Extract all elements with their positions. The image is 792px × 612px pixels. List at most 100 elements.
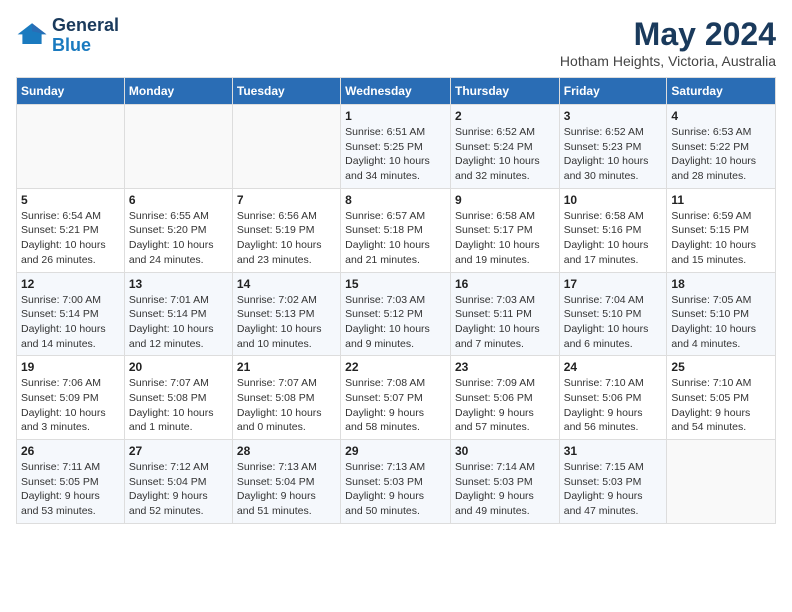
calendar-cell: 25 Sunrise: 7:10 AM Sunset: 5:05 PM Dayli… [667,356,776,440]
day-info: Sunrise: 7:07 AM Sunset: 5:08 PM Dayligh… [237,376,336,435]
calendar-cell: 7Sunrise: 6:56 AM Sunset: 5:19 PM Daylig… [232,188,340,272]
day-info: Sunrise: 7:13 AM Sunset: 5:03 PM Dayligh… [345,460,446,519]
logo-text: General Blue [52,16,119,56]
calendar-week-1: 1 Sunrise: 6:51 AM Sunset: 5:25 PM Daylig… [17,105,776,189]
day-number: 19 [21,360,120,374]
day-info: Sunrise: 6:58 AM Sunset: 5:16 PM Dayligh… [564,209,663,268]
page-header: General Blue May 2024 Hotham Heights, Vi… [16,16,776,69]
calendar-header-monday: Monday [124,78,232,105]
calendar-week-2: 5 Sunrise: 6:54 AM Sunset: 5:21 PM Daylig… [17,188,776,272]
day-info: Sunrise: 7:14 AM Sunset: 5:03 PM Dayligh… [455,460,555,519]
calendar-cell: 20 Sunrise: 7:07 AM Sunset: 5:08 PM Dayli… [124,356,232,440]
day-info: Sunrise: 6:55 AM Sunset: 5:20 PM Dayligh… [129,209,228,268]
day-number: 5 [21,193,120,207]
calendar-week-5: 26 Sunrise: 7:11 AM Sunset: 5:05 PM Dayli… [17,440,776,524]
day-number: 17 [564,277,663,291]
calendar-cell: 22Sunrise: 7:08 AM Sunset: 5:07 PM Dayli… [341,356,451,440]
calendar-cell [124,105,232,189]
day-number: 20 [129,360,228,374]
calendar-cell [17,105,125,189]
calendar-cell: 27Sunrise: 7:12 AM Sunset: 5:04 PM Dayli… [124,440,232,524]
calendar-cell: 2 Sunrise: 6:52 AM Sunset: 5:24 PM Daylig… [450,105,559,189]
calendar-header-tuesday: Tuesday [232,78,340,105]
day-number: 1 [345,109,446,123]
calendar-cell: 11Sunrise: 6:59 AM Sunset: 5:15 PM Dayli… [667,188,776,272]
day-info: Sunrise: 7:03 AM Sunset: 5:12 PM Dayligh… [345,293,446,352]
day-number: 12 [21,277,120,291]
day-number: 30 [455,444,555,458]
calendar-cell [667,440,776,524]
calendar-header-row: SundayMondayTuesdayWednesdayThursdayFrid… [17,78,776,105]
day-info: Sunrise: 7:01 AM Sunset: 5:14 PM Dayligh… [129,293,228,352]
calendar-cell [232,105,340,189]
calendar-cell: 24 Sunrise: 7:10 AM Sunset: 5:06 PM Dayli… [559,356,667,440]
day-info: Sunrise: 7:11 AM Sunset: 5:05 PM Dayligh… [21,460,120,519]
calendar-cell: 19 Sunrise: 7:06 AM Sunset: 5:09 PM Dayli… [17,356,125,440]
calendar-cell: 3 Sunrise: 6:52 AM Sunset: 5:23 PM Daylig… [559,105,667,189]
day-number: 3 [564,109,663,123]
calendar-cell: 14 Sunrise: 7:02 AM Sunset: 5:13 PM Dayli… [232,272,340,356]
day-info: Sunrise: 6:51 AM Sunset: 5:25 PM Dayligh… [345,125,446,184]
calendar-cell: 10 Sunrise: 6:58 AM Sunset: 5:16 PM Dayli… [559,188,667,272]
day-info: Sunrise: 6:59 AM Sunset: 5:15 PM Dayligh… [671,209,771,268]
day-number: 24 [564,360,663,374]
day-number: 15 [345,277,446,291]
calendar-cell: 28 Sunrise: 7:13 AM Sunset: 5:04 PM Dayli… [232,440,340,524]
day-number: 7 [237,193,336,207]
calendar-table: SundayMondayTuesdayWednesdayThursdayFrid… [16,77,776,524]
location: Hotham Heights, Victoria, Australia [560,53,776,69]
day-info: Sunrise: 6:52 AM Sunset: 5:24 PM Dayligh… [455,125,555,184]
day-info: Sunrise: 7:10 AM Sunset: 5:06 PM Dayligh… [564,376,663,435]
day-number: 10 [564,193,663,207]
day-number: 29 [345,444,446,458]
calendar-cell: 29 Sunrise: 7:13 AM Sunset: 5:03 PM Dayli… [341,440,451,524]
day-number: 21 [237,360,336,374]
day-number: 13 [129,277,228,291]
day-number: 27 [129,444,228,458]
day-info: Sunrise: 7:06 AM Sunset: 5:09 PM Dayligh… [21,376,120,435]
day-info: Sunrise: 7:13 AM Sunset: 5:04 PM Dayligh… [237,460,336,519]
calendar-cell: 17 Sunrise: 7:04 AM Sunset: 5:10 PM Dayli… [559,272,667,356]
calendar-cell: 5 Sunrise: 6:54 AM Sunset: 5:21 PM Daylig… [17,188,125,272]
day-number: 18 [671,277,771,291]
title-block: May 2024 Hotham Heights, Victoria, Austr… [560,16,776,69]
calendar-cell: 8Sunrise: 6:57 AM Sunset: 5:18 PM Daylig… [341,188,451,272]
calendar-cell: 12 Sunrise: 7:00 AM Sunset: 5:14 PM Dayli… [17,272,125,356]
calendar-cell: 23Sunrise: 7:09 AM Sunset: 5:06 PM Dayli… [450,356,559,440]
day-number: 31 [564,444,663,458]
day-number: 23 [455,360,555,374]
day-info: Sunrise: 6:54 AM Sunset: 5:21 PM Dayligh… [21,209,120,268]
day-number: 25 [671,360,771,374]
calendar-cell: 16 Sunrise: 7:03 AM Sunset: 5:11 PM Dayli… [450,272,559,356]
day-number: 4 [671,109,771,123]
day-info: Sunrise: 6:53 AM Sunset: 5:22 PM Dayligh… [671,125,771,184]
day-number: 22 [345,360,446,374]
day-info: Sunrise: 7:00 AM Sunset: 5:14 PM Dayligh… [21,293,120,352]
day-info: Sunrise: 6:52 AM Sunset: 5:23 PM Dayligh… [564,125,663,184]
day-info: Sunrise: 7:03 AM Sunset: 5:11 PM Dayligh… [455,293,555,352]
calendar-cell: 4 Sunrise: 6:53 AM Sunset: 5:22 PM Daylig… [667,105,776,189]
day-number: 28 [237,444,336,458]
logo: General Blue [16,16,119,56]
day-info: Sunrise: 7:02 AM Sunset: 5:13 PM Dayligh… [237,293,336,352]
day-number: 8 [345,193,446,207]
day-info: Sunrise: 7:15 AM Sunset: 5:03 PM Dayligh… [564,460,663,519]
day-info: Sunrise: 7:04 AM Sunset: 5:10 PM Dayligh… [564,293,663,352]
calendar-cell: 21 Sunrise: 7:07 AM Sunset: 5:08 PM Dayli… [232,356,340,440]
day-info: Sunrise: 7:07 AM Sunset: 5:08 PM Dayligh… [129,376,228,435]
calendar-cell: 9Sunrise: 6:58 AM Sunset: 5:17 PM Daylig… [450,188,559,272]
calendar-cell: 31 Sunrise: 7:15 AM Sunset: 5:03 PM Dayli… [559,440,667,524]
calendar-cell: 15 Sunrise: 7:03 AM Sunset: 5:12 PM Dayli… [341,272,451,356]
day-number: 16 [455,277,555,291]
calendar-cell: 18Sunrise: 7:05 AM Sunset: 5:10 PM Dayli… [667,272,776,356]
calendar-header-thursday: Thursday [450,78,559,105]
day-number: 14 [237,277,336,291]
calendar-cell: 6Sunrise: 6:55 AM Sunset: 5:20 PM Daylig… [124,188,232,272]
day-info: Sunrise: 7:10 AM Sunset: 5:05 PM Dayligh… [671,376,771,435]
calendar-header-sunday: Sunday [17,78,125,105]
calendar-cell: 13 Sunrise: 7:01 AM Sunset: 5:14 PM Dayli… [124,272,232,356]
day-number: 2 [455,109,555,123]
month-title: May 2024 [560,16,776,53]
calendar-header-wednesday: Wednesday [341,78,451,105]
day-number: 26 [21,444,120,458]
